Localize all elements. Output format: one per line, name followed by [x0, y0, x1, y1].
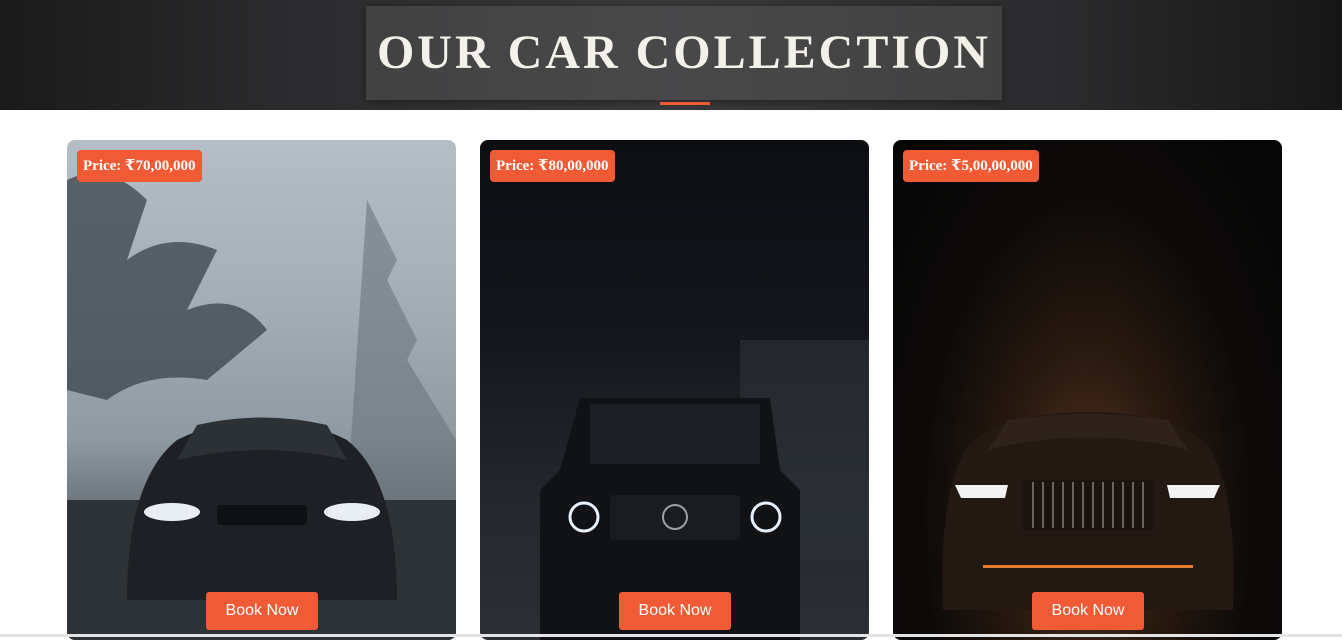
book-now-button[interactable]: Book Now [619, 592, 731, 630]
price-badge: Price: ₹80,00,000 [490, 150, 615, 182]
book-now-button[interactable]: Book Now [206, 592, 318, 630]
car-image-3 [942, 412, 1234, 610]
page-header: OUR CAR COLLECTION [0, 0, 1342, 110]
price-badge: Price: ₹5,00,00,000 [903, 150, 1039, 182]
page-title: OUR CAR COLLECTION [376, 26, 992, 79]
title-underline [660, 102, 710, 105]
car-image-1 [67, 173, 456, 640]
car-card-3: Price: ₹5,00,00,000 Book Now [893, 140, 1282, 640]
book-now-button[interactable]: Book Now [1032, 592, 1144, 630]
price-badge: Price: ₹70,00,000 [77, 150, 202, 182]
car-card-1: Price: ₹70,00,000 Book Now [67, 140, 456, 640]
title-box: OUR CAR COLLECTION [366, 6, 1002, 105]
car-image-2 [540, 340, 869, 640]
car-card-2: Price: ₹80,00,000 Book Now [480, 140, 869, 640]
